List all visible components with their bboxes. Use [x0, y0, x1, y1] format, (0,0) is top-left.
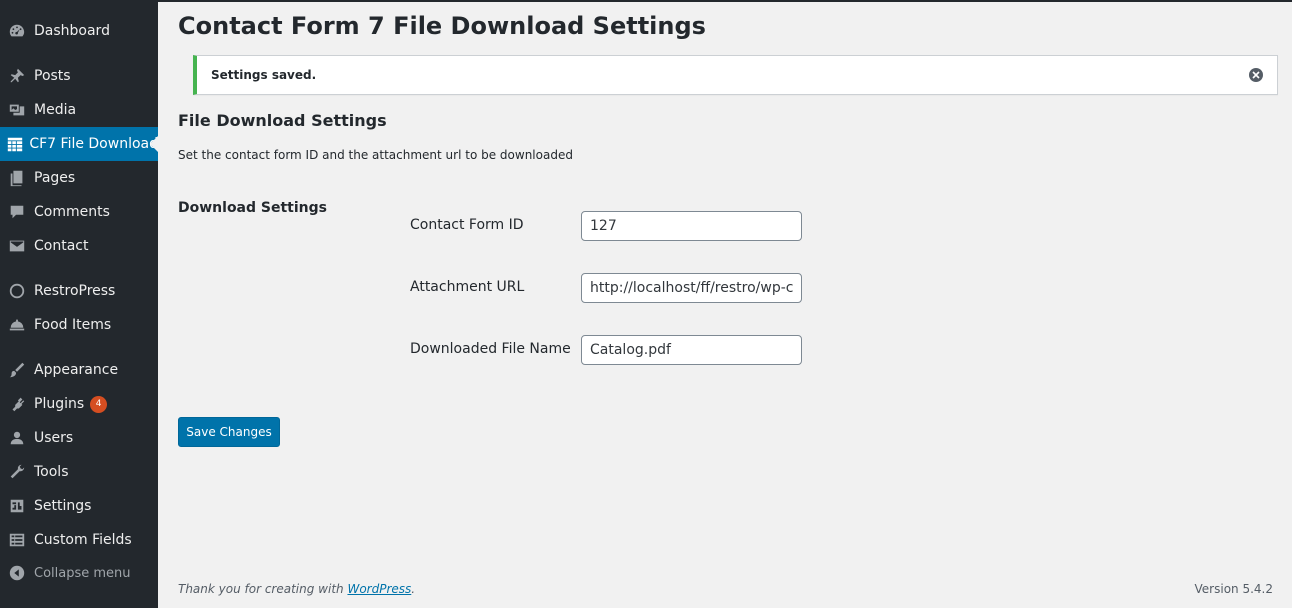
admin-sidebar: Dashboard Posts Media CF7 File Download … [0, 0, 158, 608]
brush-icon [0, 353, 34, 387]
sidebar-item-tools[interactable]: Tools [0, 455, 158, 489]
sidebar-item-label: Settings [34, 498, 92, 514]
footer-version: Version 5.4.2 [1194, 582, 1273, 596]
sidebar-item-label: Pages [34, 170, 76, 186]
sidebar-item-label: Appearance [34, 362, 119, 378]
footer-thanks: Thank you for creating with WordPress. [178, 582, 415, 596]
plugins-update-badge: 4 [90, 395, 108, 413]
pin-icon [0, 59, 34, 93]
settings-icon [0, 489, 34, 523]
notice-message: Settings saved. [211, 68, 317, 82]
footer-thanks-suffix: . [411, 582, 416, 596]
sidebar-item-label: Comments [34, 204, 110, 220]
comment-icon [0, 195, 34, 229]
pages-icon [0, 161, 34, 195]
footer-thanks-prefix: Thank you for creating with [178, 582, 348, 596]
sidebar-item-label: Media [34, 102, 77, 118]
success-notice: Settings saved. [193, 55, 1278, 95]
downloaded-file-name-input[interactable] [581, 335, 802, 365]
sidebar-item-label: CF7 File Download [29, 136, 158, 152]
sidebar-item-contact[interactable]: Contact [0, 229, 158, 263]
media-icon [0, 93, 34, 127]
contact-form-id-label: Contact Form ID [410, 217, 524, 233]
attachment-url-input[interactable] [581, 273, 802, 303]
sidebar-item-comments[interactable]: Comments [0, 195, 158, 229]
collapse-menu-label: Collapse menu [34, 565, 131, 581]
sidebar-item-cf7-file-download[interactable]: CF7 File Download [0, 127, 158, 161]
wrench-icon [0, 455, 34, 489]
sidebar-item-food-items[interactable]: Food Items [0, 308, 158, 342]
dismiss-notice-icon[interactable] [1249, 68, 1263, 82]
sidebar-item-label: Tools [34, 464, 69, 480]
sidebar-item-posts[interactable]: Posts [0, 59, 158, 93]
food-icon [0, 308, 34, 342]
restropress-icon [0, 274, 34, 308]
user-icon [0, 421, 34, 455]
page-title: Contact Form 7 File Download Settings [178, 12, 706, 40]
sidebar-item-pages[interactable]: Pages [0, 161, 158, 195]
attachment-url-label: Attachment URL [410, 279, 525, 295]
dashboard-icon [0, 14, 34, 48]
sidebar-item-label: Contact [34, 238, 89, 254]
sidebar-item-appearance[interactable]: Appearance [0, 353, 158, 387]
table-icon [0, 127, 29, 161]
sidebar-item-label: Users [34, 430, 74, 446]
section-title: File Download Settings [178, 111, 387, 130]
sidebar-item-dashboard[interactable]: Dashboard [0, 14, 158, 48]
mail-icon [0, 229, 34, 263]
downloaded-file-name-label: Downloaded File Name [410, 341, 571, 357]
wordpress-link[interactable]: WordPress [347, 582, 411, 596]
sidebar-item-label: Custom Fields [34, 532, 132, 548]
sidebar-item-label: Posts [34, 68, 71, 84]
collapse-menu-button[interactable]: Collapse menu [0, 556, 158, 590]
sidebar-item-label: Food Items [34, 317, 112, 333]
download-settings-heading: Download Settings [178, 200, 327, 216]
sidebar-item-restropress[interactable]: RestroPress [0, 274, 158, 308]
main-content: Contact Form 7 File Download Settings Se… [158, 0, 1292, 608]
sidebar-item-media[interactable]: Media [0, 93, 158, 127]
collapse-arrow-icon [0, 556, 34, 590]
sidebar-item-label: RestroPress [34, 283, 116, 299]
section-description: Set the contact form ID and the attachme… [178, 148, 573, 162]
grid-icon [0, 523, 34, 557]
sidebar-item-plugins[interactable]: Plugins 4 [0, 387, 158, 421]
plug-icon [0, 387, 34, 421]
contact-form-id-input[interactable] [581, 211, 802, 241]
sidebar-item-settings[interactable]: Settings [0, 489, 158, 523]
sidebar-item-custom-fields[interactable]: Custom Fields [0, 523, 158, 557]
sidebar-item-users[interactable]: Users [0, 421, 158, 455]
sidebar-item-label: Dashboard [34, 23, 110, 39]
sidebar-item-label: Plugins [34, 396, 85, 412]
save-changes-button[interactable]: Save Changes [178, 417, 280, 447]
